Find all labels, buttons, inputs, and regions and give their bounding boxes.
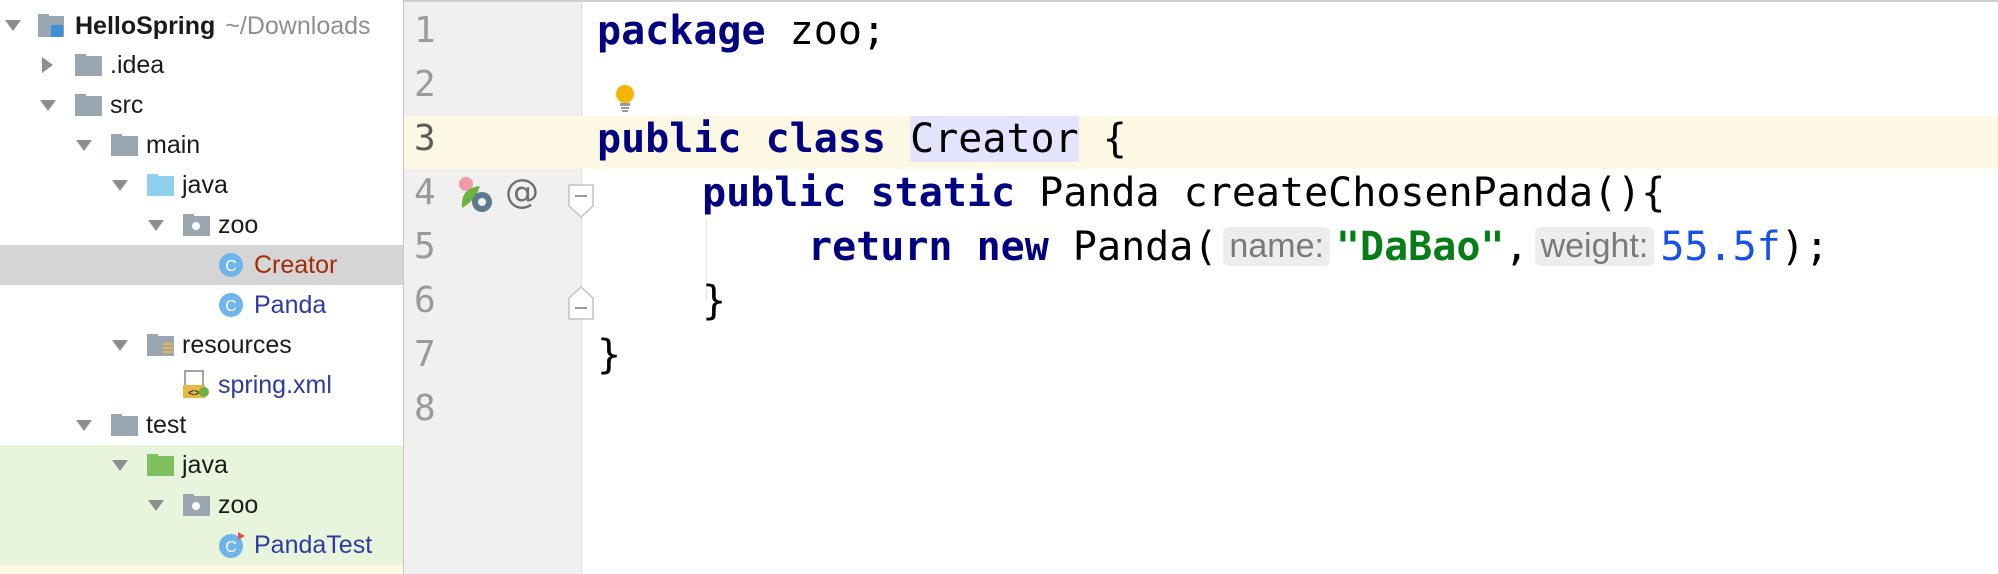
parameter-hint-weight: weight: xyxy=(1534,227,1655,266)
code-line-5[interactable]: return new Panda(name: "DaBao", weight: 55.… xyxy=(808,224,1829,270)
code-text: ); xyxy=(1780,224,1829,270)
keyword-package: package xyxy=(597,8,766,54)
chevron-down-icon[interactable] xyxy=(76,420,92,431)
folder-icon xyxy=(74,53,104,82)
chevron-down-icon[interactable] xyxy=(112,340,128,351)
chevron-down-icon[interactable] xyxy=(5,20,21,31)
keyword-public: public xyxy=(702,170,847,216)
autowired-at-icon[interactable]: @ xyxy=(505,172,539,212)
tree-item-panda[interactable]: C Panda xyxy=(0,285,403,325)
string-literal: "DaBao" xyxy=(1335,224,1505,270)
code-line-3[interactable]: public class Creator { xyxy=(597,116,1127,162)
svg-text:C: C xyxy=(225,298,237,315)
chevron-right-icon[interactable] xyxy=(42,57,53,73)
code-text: , xyxy=(1504,224,1529,270)
code-line-6[interactable]: } xyxy=(702,278,726,324)
tree-root-hellospring[interactable]: HelloSpring ~/Downloads xyxy=(0,5,403,45)
line-number: 3 xyxy=(414,118,436,159)
svg-text:<>: <> xyxy=(188,388,200,399)
tree-item-label: test xyxy=(146,411,187,439)
chevron-down-icon[interactable] xyxy=(40,100,56,111)
source-folder-icon xyxy=(146,173,176,202)
tree-item-label: src xyxy=(110,91,144,119)
chevron-down-icon[interactable] xyxy=(112,460,128,471)
project-name: HelloSpring xyxy=(75,12,216,40)
code-text: Panda( xyxy=(1048,224,1218,270)
fold-start-icon[interactable] xyxy=(568,184,594,223)
code-editor[interactable] xyxy=(582,0,1998,574)
keyword-static: static xyxy=(870,170,1016,216)
module-folder-icon xyxy=(37,13,67,44)
tree-item-pandatest[interactable]: C PandaTest xyxy=(0,525,403,565)
tree-item-label: java xyxy=(182,451,228,479)
tree-item-label: Panda xyxy=(254,291,327,319)
package-icon xyxy=(182,213,212,242)
keyword-return: return xyxy=(808,224,953,270)
number-literal: 55.5f xyxy=(1660,224,1781,270)
tree-item-label: Creator xyxy=(254,251,338,279)
test-class-icon: C xyxy=(218,531,246,564)
tree-item-idea[interactable]: .idea xyxy=(0,45,403,85)
code-text: Panda createChosenPanda(){ xyxy=(1015,170,1666,216)
tree-item-java-test[interactable]: java xyxy=(0,445,403,485)
class-icon: C xyxy=(218,252,244,283)
line-number: 2 xyxy=(414,64,436,105)
tree-item-label: resources xyxy=(182,331,292,359)
tree-item-java-main[interactable]: java xyxy=(0,165,403,205)
tree-item-test[interactable]: test xyxy=(0,405,403,445)
tree-item-zoo-test[interactable]: zoo xyxy=(0,485,403,525)
project-path: ~/Downloads xyxy=(225,12,371,40)
tree-item-src[interactable]: src xyxy=(0,85,403,125)
tree-item-label: zoo xyxy=(218,211,259,239)
tree-item-label: PandaTest xyxy=(254,531,373,559)
code-text: { xyxy=(1078,116,1127,162)
tree-item-label: zoo xyxy=(218,491,259,519)
svg-text:C: C xyxy=(225,258,237,275)
chevron-down-icon[interactable] xyxy=(148,220,164,231)
editor-top-border xyxy=(404,0,1998,6)
code-line-4[interactable]: public static Panda createChosenPanda(){ xyxy=(702,170,1665,216)
chevron-down-icon[interactable] xyxy=(76,140,92,151)
line-number: 5 xyxy=(414,226,436,267)
tree-root-label: HelloSpring ~/Downloads xyxy=(75,12,371,41)
tree-item-resources[interactable]: resources xyxy=(0,325,403,365)
resources-folder-icon xyxy=(146,333,176,362)
partial-row xyxy=(0,565,403,574)
code-line-1[interactable]: package zoo; xyxy=(597,8,886,54)
chevron-down-icon[interactable] xyxy=(148,500,164,511)
keyword-new: new xyxy=(976,224,1049,270)
class-name-highlighted: Creator xyxy=(910,116,1079,162)
keyword-class: class xyxy=(765,116,887,162)
line-number: 6 xyxy=(414,280,436,321)
tree-item-label: java xyxy=(182,171,228,199)
chevron-down-icon[interactable] xyxy=(112,180,128,191)
package-icon xyxy=(182,493,212,522)
line-number: 4 xyxy=(414,172,436,213)
code-text: zoo; xyxy=(765,8,886,54)
line-number: 8 xyxy=(414,388,436,429)
tree-item-label: .idea xyxy=(110,51,165,79)
parameter-hint-name: name: xyxy=(1223,227,1330,266)
line-number: 7 xyxy=(414,334,436,375)
tree-item-label: spring.xml xyxy=(218,371,332,399)
fold-end-icon[interactable] xyxy=(568,285,594,325)
folder-icon xyxy=(110,413,140,442)
tree-item-zoo-main[interactable]: zoo xyxy=(0,205,403,245)
tree-item-creator[interactable]: C Creator xyxy=(0,245,403,285)
folder-icon xyxy=(110,133,140,162)
project-tree-panel: HelloSpring ~/Downloads .idea src main ja… xyxy=(0,0,404,574)
line-number: 1 xyxy=(414,10,436,51)
tree-item-main[interactable]: main xyxy=(0,125,403,165)
svg-text:C: C xyxy=(225,539,237,556)
tree-item-label: main xyxy=(146,131,201,159)
spring-xml-icon: <> xyxy=(182,370,210,405)
code-line-7[interactable]: } xyxy=(597,332,621,378)
test-folder-icon xyxy=(146,453,176,482)
lightbulb-icon[interactable] xyxy=(614,84,636,119)
keyword-public: public xyxy=(597,116,742,162)
class-icon: C xyxy=(218,292,244,323)
folder-icon xyxy=(74,93,104,122)
tree-item-spring-xml[interactable]: <> spring.xml xyxy=(0,365,403,405)
spring-bean-icon[interactable] xyxy=(456,174,498,221)
